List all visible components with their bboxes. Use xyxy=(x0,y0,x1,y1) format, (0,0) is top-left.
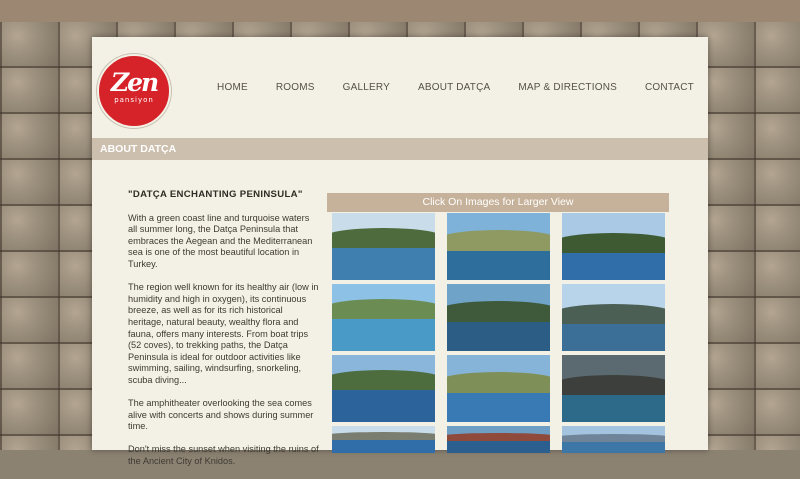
thumb-hill xyxy=(332,369,435,390)
article: "DATÇA ENCHANTING PENINSULA" With a gree… xyxy=(128,189,320,479)
gallery-thumbnail[interactable] xyxy=(447,355,550,422)
gallery-thumbnail[interactable] xyxy=(447,426,550,453)
gallery-thumbnail[interactable] xyxy=(562,355,665,422)
gallery-thumbnail[interactable] xyxy=(562,426,665,453)
thumb-hill xyxy=(562,304,665,325)
gallery-heading: Click On Images for Larger View xyxy=(327,193,669,212)
gallery-thumbnail[interactable] xyxy=(447,213,550,280)
article-paragraph: Don't miss the sunset when visiting the … xyxy=(128,444,319,467)
section-title: ABOUT DATÇA xyxy=(92,138,708,160)
thumb-hill xyxy=(332,431,435,441)
thumb-hill xyxy=(447,433,550,442)
top-bar xyxy=(0,0,800,22)
thumb-hill xyxy=(332,298,435,319)
article-paragraph: With a green coast line and turquoise wa… xyxy=(128,212,313,269)
main-nav: HOME ROOMS GALLERY ABOUT DATÇA MAP & DIR… xyxy=(189,82,694,93)
thumb-sea xyxy=(332,438,435,453)
gallery-thumbnail[interactable] xyxy=(332,213,435,280)
article-heading: "DATÇA ENCHANTING PENINSULA" xyxy=(128,189,303,200)
thumb-sea xyxy=(332,385,435,422)
article-paragraph: The region well known for its healthy ai… xyxy=(128,282,319,385)
gallery-thumbnail[interactable] xyxy=(447,284,550,351)
nav-rooms[interactable]: ROOMS xyxy=(248,82,315,93)
logo-main-text: Zen xyxy=(110,68,159,97)
thumb-sea xyxy=(332,243,435,280)
nav-gallery[interactable]: GALLERY xyxy=(315,82,390,93)
logo-sub-text: pansiyon xyxy=(114,96,154,104)
gallery-thumbnail[interactable] xyxy=(332,284,435,351)
logo[interactable]: Zen pansiyon xyxy=(97,54,171,128)
gallery-thumbnail[interactable] xyxy=(332,355,435,422)
thumb-sea xyxy=(332,314,435,351)
article-paragraph: The amphitheater overlooking the sea com… xyxy=(128,398,314,432)
thumb-hill xyxy=(562,434,665,443)
thumb-hill xyxy=(562,233,665,254)
gallery-thumbnail[interactable] xyxy=(562,213,665,280)
gallery-thumbnail[interactable] xyxy=(562,284,665,351)
page-container: Zen pansiyon HOME ROOMS GALLERY ABOUT DA… xyxy=(92,37,708,466)
thumb-hill xyxy=(447,372,550,393)
thumb-hill xyxy=(447,301,550,322)
thumb-hill xyxy=(447,230,550,251)
nav-contact[interactable]: CONTACT xyxy=(617,82,694,93)
nav-map-directions[interactable]: MAP & DIRECTIONS xyxy=(490,82,617,93)
gallery-thumbnail[interactable] xyxy=(332,426,435,453)
thumb-hill xyxy=(562,375,665,396)
nav-about-datca[interactable]: ABOUT DATÇA xyxy=(390,82,490,93)
thumb-hill xyxy=(332,227,435,248)
nav-home[interactable]: HOME xyxy=(189,82,248,93)
